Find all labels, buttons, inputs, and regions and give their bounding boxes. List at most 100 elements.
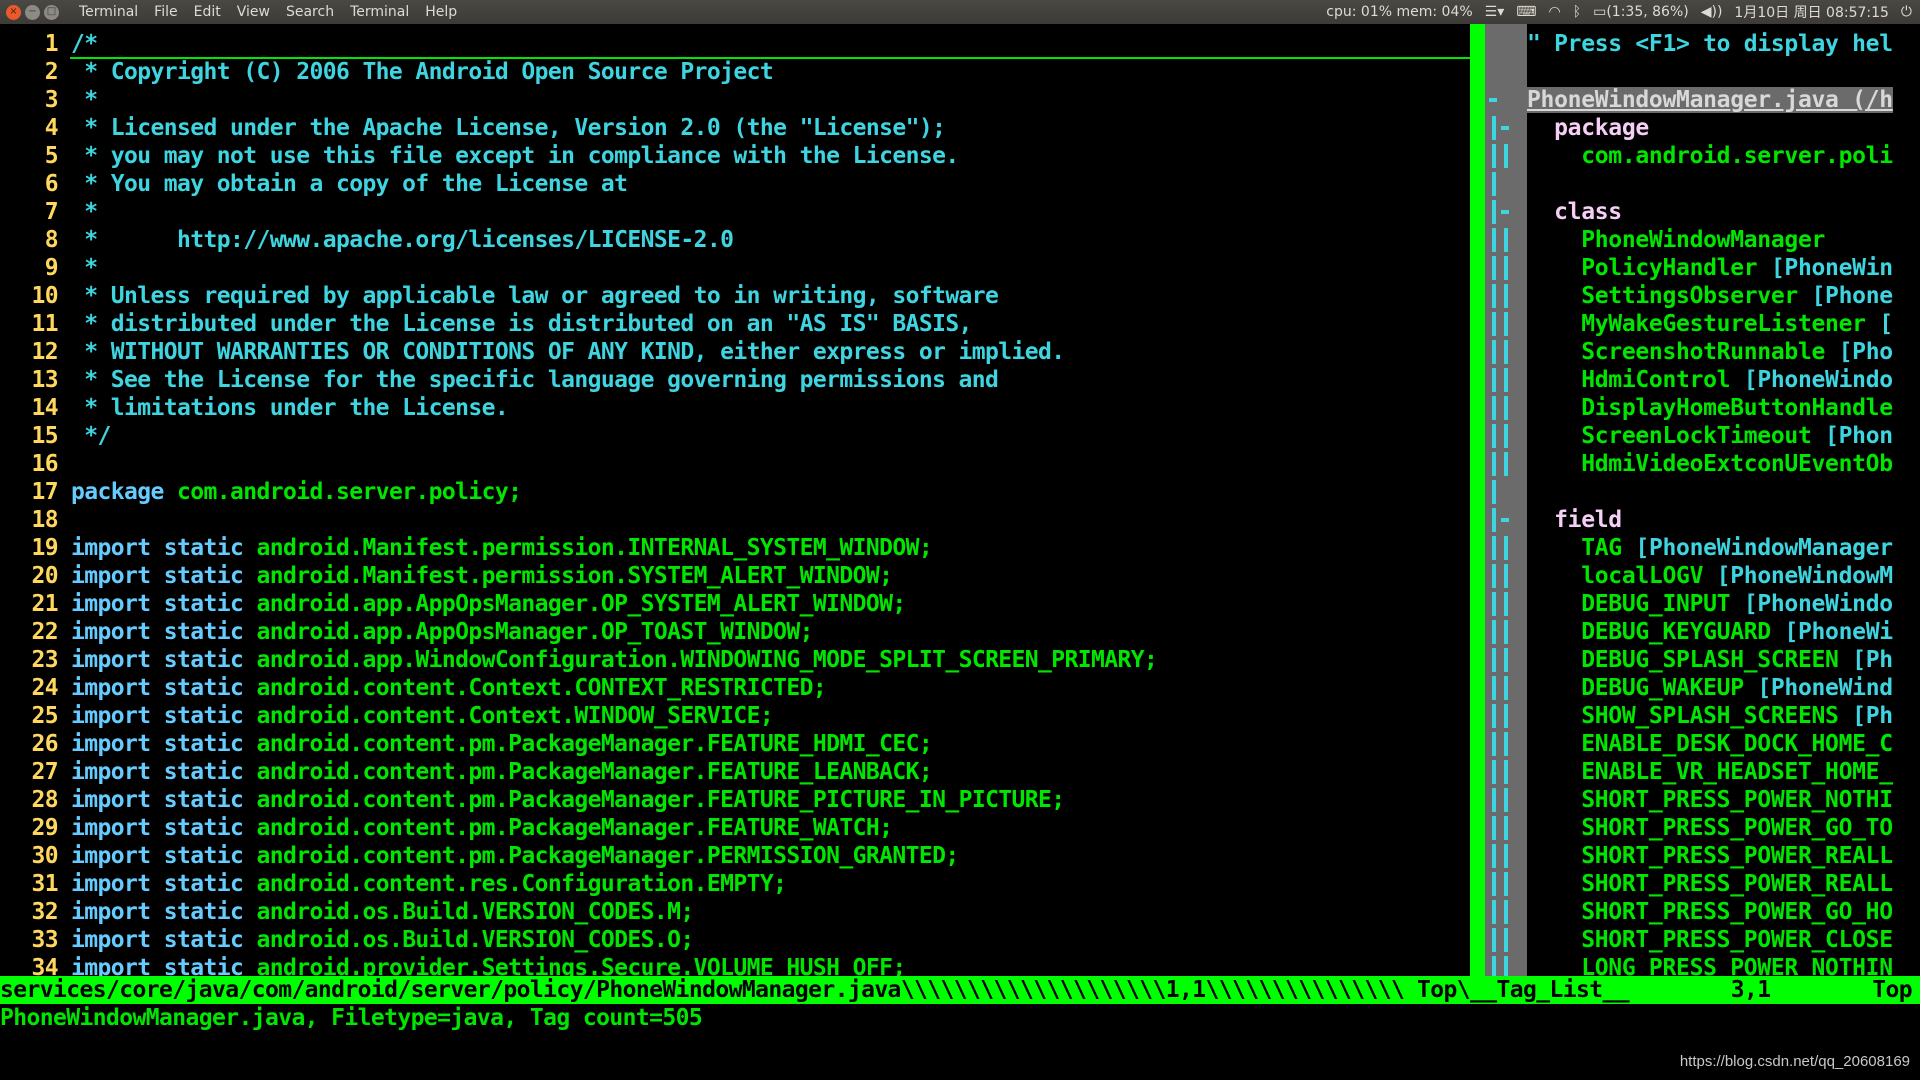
fold-marker (1504, 256, 1508, 280)
taglist-item[interactable]: DEBUG_KEYGUARD [PhoneWi (1527, 618, 1920, 646)
taglist-tag-name: DEBUG_WAKEUP (1527, 675, 1758, 701)
taglist-item[interactable]: SHORT_PRESS_POWER_GO_TO (1527, 814, 1920, 842)
code-line[interactable]: 28 import static android.content.pm.Packa… (0, 786, 1470, 814)
menu-view[interactable]: View (229, 4, 278, 20)
taglist-item[interactable]: ENABLE_DESK_DOCK_HOME_C (1527, 730, 1920, 758)
taglist-item[interactable] (1527, 170, 1920, 198)
code-line[interactable]: 25 import static android.content.Context.… (0, 702, 1470, 730)
command-line[interactable]: PhoneWindowManager.java, Filetype=java, … (0, 1004, 703, 1032)
taglist-item[interactable]: SHORT_PRESS_POWER_GO_HO (1527, 898, 1920, 926)
bluetooth-icon[interactable]: ᛒ (1573, 4, 1581, 20)
taglist-item[interactable]: field (1527, 506, 1920, 534)
taglist-item[interactable]: SHORT_PRESS_POWER_NOTHI (1527, 786, 1920, 814)
fold-open-marker (1501, 518, 1509, 522)
taglist-item[interactable]: PolicyHandler [PhoneWin (1527, 254, 1920, 282)
code-line[interactable]: 23 import static android.app.WindowConfig… (0, 646, 1470, 674)
menu-help[interactable]: Help (417, 4, 465, 20)
volume-icon[interactable]: ◀)) (1701, 4, 1723, 20)
code-line[interactable]: 20 import static android.Manifest.permiss… (0, 562, 1470, 590)
code-line[interactable]: 24 import static android.content.Context.… (0, 674, 1470, 702)
menu-terminal[interactable]: Terminal (342, 4, 417, 20)
menu-icon[interactable]: ☰▾ (1485, 4, 1505, 20)
taglist-item[interactable]: PhoneWindowManager (1527, 226, 1920, 254)
keyboard-icon[interactable]: ⌨ (1516, 4, 1536, 20)
code-line[interactable]: 18 (0, 506, 1470, 534)
code-line[interactable]: 33 import static android.os.Build.VERSION… (0, 926, 1470, 954)
taglist-item[interactable]: SHOW_SPLASH_SCREENS [Ph (1527, 702, 1920, 730)
code-line[interactable]: 17 package com.android.server.policy; (0, 478, 1470, 506)
code-line[interactable]: 12 * WITHOUT WARRANTIES OR CONDITIONS OF… (0, 338, 1470, 366)
code-line[interactable]: 7 * (0, 198, 1470, 226)
minimize-button[interactable]: − (25, 4, 40, 20)
code-line[interactable]: 29 import static android.content.pm.Packa… (0, 814, 1470, 842)
taglist-item[interactable]: TAG [PhoneWindowManager (1527, 534, 1920, 562)
code-identifier: android.Manifest.permission.SYSTEM_ALERT… (256, 563, 893, 589)
maximize-button[interactable]: □ (44, 4, 59, 20)
taglist-item[interactable]: PhoneWindowManager.java (/h (1527, 86, 1920, 114)
code-line[interactable]: 22 import static android.app.AppOpsManage… (0, 618, 1470, 646)
code-line[interactable]: 14 * limitations under the License. (0, 394, 1470, 422)
battery-indicator[interactable]: ▭(1:35, 86%) (1593, 4, 1689, 20)
code-line[interactable]: 2 * Copyright (C) 2006 The Android Open … (0, 58, 1470, 86)
taglist-item[interactable]: SHORT_PRESS_POWER_REALL (1527, 842, 1920, 870)
taglist-item[interactable]: SHORT_PRESS_POWER_CLOSE (1527, 926, 1920, 954)
clock[interactable]: 1月10日 周日 08:57:15 (1734, 2, 1889, 22)
taglist-item[interactable]: HdmiVideoExtconUEventOb (1527, 450, 1920, 478)
fold-marker (1504, 368, 1508, 392)
taglist-item[interactable]: ScreenLockTimeout [Phon (1527, 422, 1920, 450)
taglist-item[interactable]: MyWakeGestureListener [ (1527, 310, 1920, 338)
taglist-item[interactable]: DEBUG_SPLASH_SCREEN [Ph (1527, 646, 1920, 674)
menu-file[interactable]: File (146, 4, 185, 20)
menu-edit[interactable]: Edit (186, 4, 229, 20)
wifi-icon[interactable]: ◠ (1548, 4, 1560, 20)
taglist-item[interactable]: DisplayHomeButtonHandle (1527, 394, 1920, 422)
taglist-tag-name: SHOW_SPLASH_SCREENS (1527, 703, 1853, 729)
sysmon-indicator[interactable]: cpu: 01% mem: 04% (1326, 4, 1472, 20)
code-line[interactable]: 13 * See the License for the specific la… (0, 366, 1470, 394)
close-button[interactable]: × (6, 4, 21, 20)
code-line[interactable]: 21 import static android.app.AppOpsManage… (0, 590, 1470, 618)
code-line[interactable]: 8 * http://www.apache.org/licenses/LICEN… (0, 226, 1470, 254)
code-line[interactable]: 30 import static android.content.pm.Packa… (0, 842, 1470, 870)
code-line[interactable]: 6 * You may obtain a copy of the License… (0, 170, 1470, 198)
fold-marker (1492, 424, 1496, 448)
fold-open-marker (1489, 98, 1497, 102)
power-icon[interactable]: ⏻ (1901, 4, 1912, 20)
taglist-item[interactable] (1527, 58, 1920, 86)
taglist-item[interactable]: ENABLE_VR_HEADSET_HOME_ (1527, 758, 1920, 786)
vertical-split-separator[interactable] (1470, 24, 1485, 976)
taglist-item[interactable]: HdmiControl [PhoneWindo (1527, 366, 1920, 394)
taglist-item[interactable]: localLOGV [PhoneWindowM (1527, 562, 1920, 590)
code-line[interactable]: 27 import static android.content.pm.Packa… (0, 758, 1470, 786)
taglist-item[interactable]: com.android.server.poli (1527, 142, 1920, 170)
taglist-item[interactable] (1527, 478, 1920, 506)
code-line[interactable]: 15 */ (0, 422, 1470, 450)
code-line[interactable]: 26 import static android.content.pm.Packa… (0, 730, 1470, 758)
code-line[interactable]: 9 * (0, 254, 1470, 282)
taglist-item[interactable]: DEBUG_WAKEUP [PhoneWind (1527, 674, 1920, 702)
code-line[interactable]: 10 * Unless required by applicable law o… (0, 282, 1470, 310)
fold-marker (1504, 928, 1508, 952)
terminal-area[interactable]: 1/* 2 * Copyright (C) 2006 The Android Op… (0, 24, 1920, 1080)
taglist-item[interactable]: package (1527, 114, 1920, 142)
code-line[interactable]: 1 /* (0, 30, 1470, 58)
code-line[interactable]: 19 import static android.Manifest.permiss… (0, 534, 1470, 562)
code-line[interactable]: 3 * (0, 86, 1470, 114)
taglist-item[interactable]: DEBUG_INPUT [PhoneWindo (1527, 590, 1920, 618)
code-line[interactable]: 4 * Licensed under the Apache License, V… (0, 114, 1470, 142)
taglist-item[interactable]: ScreenshotRunnable [Pho (1527, 338, 1920, 366)
vim-editor-pane[interactable]: 1/* 2 * Copyright (C) 2006 The Android Op… (0, 30, 1470, 982)
taglist-item[interactable]: class (1527, 198, 1920, 226)
taglist-item[interactable]: SHORT_PRESS_POWER_REALL (1527, 870, 1920, 898)
code-line[interactable]: 32 import static android.os.Build.VERSION… (0, 898, 1470, 926)
taglist-item[interactable]: " Press <F1> to display hel (1527, 30, 1920, 58)
taglist-item[interactable]: SettingsObserver [Phone (1527, 282, 1920, 310)
code-line[interactable]: 5 * you may not use this file except in … (0, 142, 1470, 170)
code-line[interactable]: 11 * distributed under the License is di… (0, 310, 1470, 338)
file-path: services/core/java/com/android/server/po… (0, 977, 901, 1003)
menu-search[interactable]: Search (278, 4, 342, 20)
code-line[interactable]: 31 import static android.content.res.Conf… (0, 870, 1470, 898)
fold-marker (1504, 788, 1508, 812)
taglist-pane[interactable]: " Press <F1> to display hel PhoneWindowMa… (1527, 30, 1920, 982)
code-line[interactable]: 16 (0, 450, 1470, 478)
